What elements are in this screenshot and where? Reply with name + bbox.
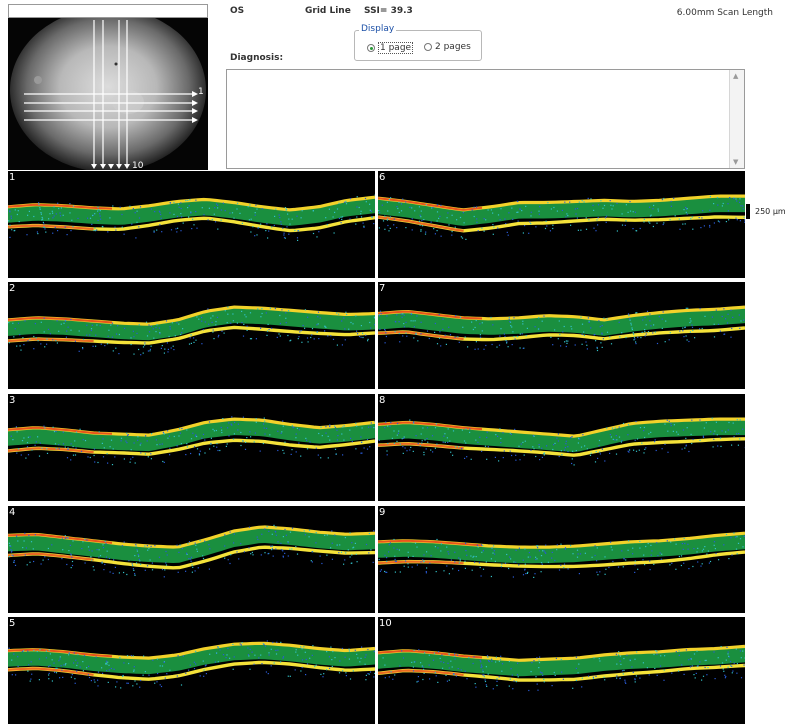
oct-scan-image: [8, 305, 375, 356]
fundus-thumbnail: 1 10: [8, 4, 208, 170]
oct-scan-panel[interactable]: 10: [378, 617, 745, 724]
radio-selected-icon[interactable]: [367, 44, 375, 52]
fundus-title-bar: [8, 4, 208, 18]
grid-line-label: Grid Line: [305, 6, 351, 16]
scan-number: 8: [379, 395, 386, 406]
oct-scan-panel[interactable]: 2: [8, 282, 375, 389]
scan-number: 6: [379, 172, 386, 183]
oct-scan-image: [378, 644, 745, 692]
oct-scan-image: [8, 640, 375, 689]
oct-scan-panel[interactable]: 9: [378, 506, 745, 613]
oct-scan-panel[interactable]: 3: [8, 394, 375, 501]
diagnosis-scrollbar[interactable]: ▲ ▼: [729, 70, 744, 168]
rpe-highlight: [8, 224, 94, 230]
scroll-down-icon[interactable]: ▼: [733, 158, 738, 166]
display-option-2-pages[interactable]: 2 pages: [424, 42, 471, 52]
scan-number: 1: [9, 172, 16, 183]
display-option-label: 1 page: [378, 42, 414, 54]
oct-scan-image: [8, 524, 375, 578]
oct-scan-panel[interactable]: 1: [8, 171, 375, 278]
oct-scan-panel[interactable]: 6: [378, 171, 745, 278]
oct-scan-panel[interactable]: 5: [8, 617, 375, 724]
fundus-svg: 1 10: [8, 18, 208, 170]
diagnosis-label: Diagnosis:: [230, 53, 284, 63]
oct-scan-image: [378, 194, 745, 240]
display-option-label: 2 pages: [435, 42, 471, 52]
fundus-marker-10: 10: [132, 161, 144, 170]
oct-scan-image: [8, 416, 375, 466]
diagnosis-textarea[interactable]: ▲ ▼: [226, 69, 745, 169]
scroll-up-icon[interactable]: ▲: [733, 72, 738, 80]
scan-number: 5: [9, 618, 16, 629]
oct-scan-image: [378, 531, 745, 578]
scan-number: 3: [9, 395, 16, 406]
radio-unselected-icon[interactable]: [424, 43, 432, 51]
scan-number: 2: [9, 283, 16, 294]
scan-number: 7: [379, 283, 386, 294]
scan-length-label: 6.00mm Scan Length: [676, 8, 773, 18]
oct-scan-panel[interactable]: 4: [8, 506, 375, 613]
scan-number: 9: [379, 507, 386, 518]
ssi-label: SSI= 39.3: [364, 6, 413, 16]
fundus-marker-1: 1: [198, 87, 204, 97]
display-option-1-page[interactable]: 1 page: [367, 42, 414, 54]
oct-scan-image: [378, 305, 745, 352]
scale-bar: [746, 204, 750, 219]
eye-label: OS: [230, 6, 245, 16]
display-groupbox: Display 1 page 2 pages: [354, 24, 482, 61]
display-legend: Display: [359, 24, 397, 34]
oct-scan-image: [8, 194, 375, 241]
oct-scan-panel[interactable]: 7: [378, 282, 745, 389]
fundus-image[interactable]: 1 10: [8, 18, 208, 170]
oct-scan-image: [378, 417, 745, 466]
scan-number: 4: [9, 507, 16, 518]
oct-scan-panel[interactable]: 8: [378, 394, 745, 501]
scale-label: 250 µm: [755, 207, 786, 216]
scan-number: 10: [379, 618, 392, 629]
